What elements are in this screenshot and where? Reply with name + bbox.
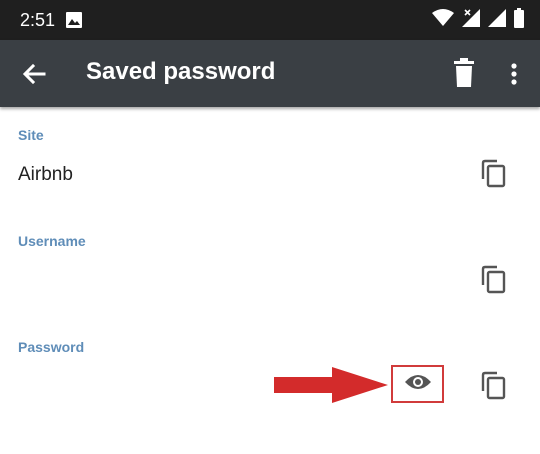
status-icons — [432, 7, 524, 33]
wifi-icon — [432, 8, 454, 32]
eye-icon — [404, 372, 432, 397]
username-label: Username — [18, 233, 86, 249]
app-bar: Saved password — [0, 40, 540, 107]
copy-site-icon[interactable] — [477, 157, 509, 189]
page-title: Saved password — [86, 58, 276, 85]
trash-icon[interactable] — [450, 58, 478, 88]
site-value: Airbnb — [18, 164, 73, 185]
image-icon — [66, 12, 82, 33]
battery-icon — [514, 7, 524, 33]
site-label: Site — [18, 127, 44, 143]
copy-password-icon[interactable] — [477, 369, 509, 401]
copy-username-icon[interactable] — [477, 263, 509, 295]
status-time: 2:51 — [20, 10, 56, 30]
signal-x-icon — [462, 8, 480, 32]
password-label: Password — [18, 339, 85, 355]
annotation-arrow — [274, 367, 388, 403]
back-arrow-icon[interactable] — [20, 60, 48, 88]
more-vert-icon[interactable] — [506, 60, 522, 88]
signal-icon — [488, 8, 506, 32]
status-bar: 2:51 — [0, 0, 540, 40]
show-password-button[interactable] — [391, 365, 444, 403]
